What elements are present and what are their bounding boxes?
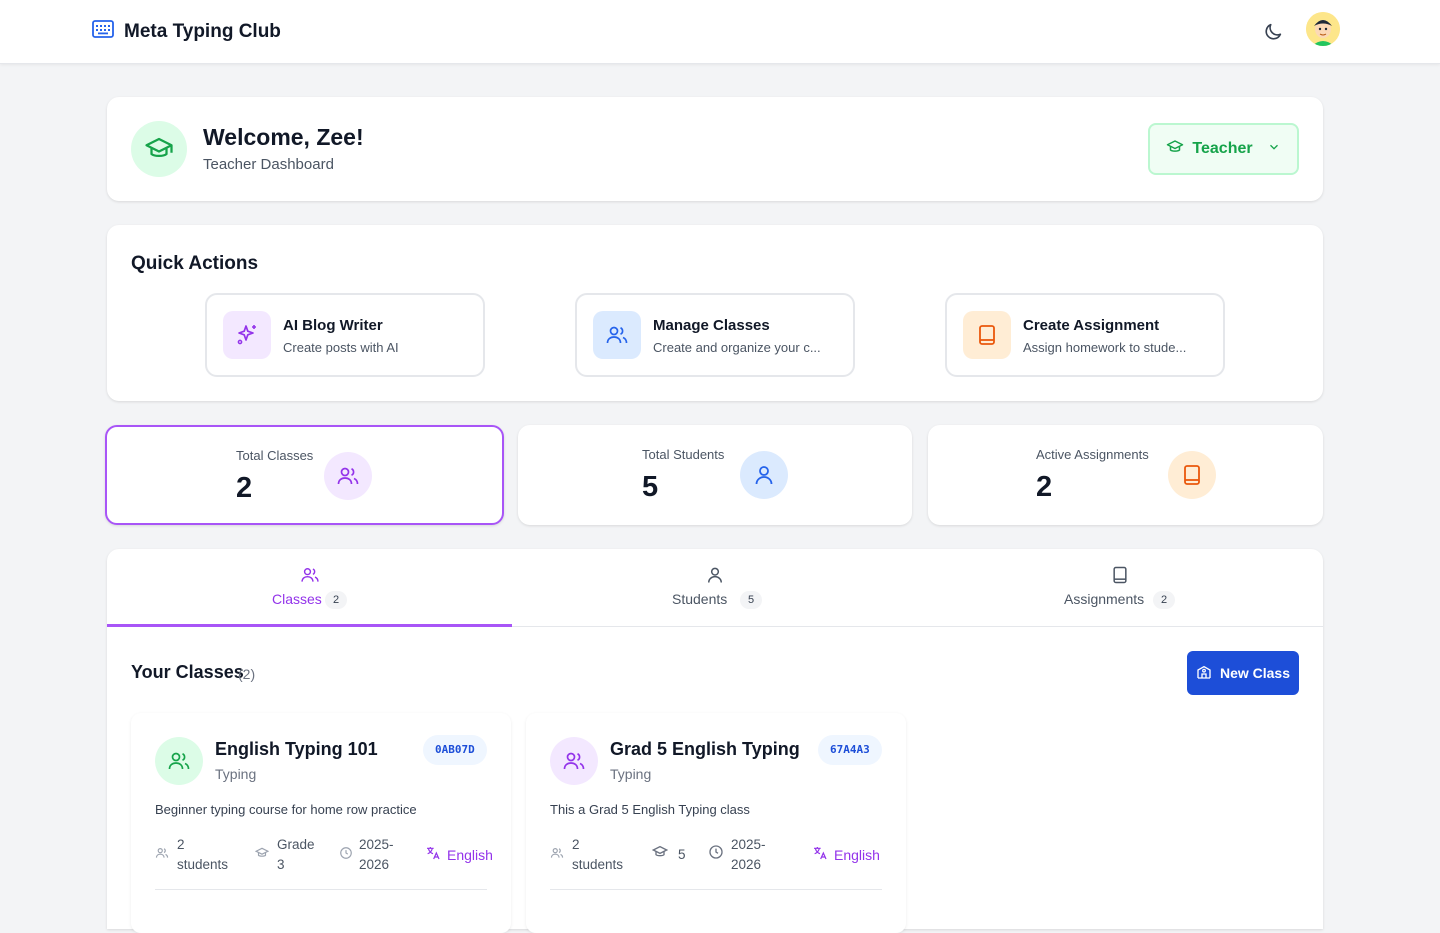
- class-name: English Typing 101: [215, 739, 378, 759]
- chevron-down-icon: [1267, 140, 1281, 159]
- graduation-cap-icon: [651, 844, 669, 865]
- stat-label: Total Students: [642, 447, 725, 462]
- your-classes-count: (2): [238, 666, 256, 682]
- role-selector-button[interactable]: Teacher: [1148, 123, 1299, 175]
- users-icon: [155, 737, 203, 785]
- quick-actions-title: Quick Actions: [131, 253, 259, 274]
- quick-action-desc: Assign homework to stude...: [1023, 340, 1187, 355]
- moon-icon[interactable]: [1262, 21, 1284, 43]
- class-year: 2025- 2026: [731, 837, 766, 872]
- clock-icon: [708, 844, 724, 865]
- welcome-card: Welcome, Zee! Teacher Dashboard Teacher: [107, 97, 1323, 201]
- stat-value: 2: [1036, 471, 1053, 503]
- new-class-button[interactable]: New Class: [1187, 651, 1299, 695]
- sparkles-icon: [223, 311, 271, 359]
- quick-action-manage-classes[interactable]: Manage Classes Create and organize your …: [575, 293, 855, 377]
- your-classes-title: Your Classes: [131, 662, 244, 682]
- book-icon: [963, 311, 1011, 359]
- tab-label: Assignments: [1064, 591, 1145, 607]
- graduation-cap-icon: [254, 846, 270, 865]
- class-grade: 5: [678, 847, 686, 862]
- welcome-title: Welcome, Zee!: [203, 124, 364, 150]
- stat-total-students[interactable]: Total Students 5: [518, 425, 912, 525]
- stat-total-classes[interactable]: Total Classes 2: [105, 425, 504, 525]
- book-icon: [1168, 451, 1216, 499]
- tab-assignments[interactable]: Assignments 2: [917, 549, 1322, 627]
- users-icon: [593, 311, 641, 359]
- users-icon: [155, 846, 169, 865]
- tab-label: Classes: [272, 591, 322, 607]
- active-tab-indicator: [107, 624, 512, 627]
- quick-action-ai-blog-writer[interactable]: AI Blog Writer Create posts with AI: [205, 293, 485, 377]
- book-icon: [1110, 565, 1130, 590]
- class-code-badge[interactable]: 67A4A3: [818, 735, 882, 765]
- quick-action-label: Manage Classes: [653, 317, 770, 334]
- class-card[interactable]: Grad 5 English Typing Typing 67A4A3 This…: [526, 713, 906, 933]
- quick-action-desc: Create posts with AI: [283, 340, 399, 355]
- quick-action-desc: Create and organize your c...: [653, 340, 821, 355]
- quick-action-label: AI Blog Writer: [283, 317, 383, 334]
- class-year: 2025- 2026: [359, 837, 394, 872]
- role-label: Teacher: [1192, 140, 1253, 157]
- tab-count: 2: [325, 591, 347, 609]
- new-class-label: New Class: [1219, 665, 1291, 681]
- quick-actions-card: Quick Actions AI Blog Writer Create post…: [107, 225, 1323, 401]
- graduation-cap-icon: [131, 121, 187, 177]
- tab-label: Students: [672, 591, 728, 607]
- tab-students[interactable]: Students 5: [512, 549, 917, 627]
- tab-bar: Classes 2 Students 5 Assignments 2: [107, 549, 1323, 627]
- users-icon: [324, 452, 372, 500]
- class-card[interactable]: English Typing 101 Typing 0AB07D Beginne…: [131, 713, 511, 933]
- clock-icon: [339, 846, 353, 865]
- quick-action-create-assignment[interactable]: Create Assignment Assign homework to stu…: [945, 293, 1225, 377]
- divider: [550, 889, 882, 890]
- stat-label: Total Classes: [236, 448, 314, 463]
- class-category: Typing: [215, 766, 257, 782]
- translate-icon: [812, 845, 828, 864]
- class-grade: Grade 3: [277, 837, 315, 872]
- brand[interactable]: Meta Typing Club: [92, 20, 281, 43]
- class-students: 2 students: [572, 837, 624, 872]
- user-icon: [740, 451, 788, 499]
- class-name: Grad 5 English Typing: [610, 739, 800, 759]
- class-code-badge[interactable]: 0AB07D: [423, 735, 487, 765]
- welcome-subtitle: Teacher Dashboard: [203, 156, 334, 173]
- class-language: English: [425, 845, 493, 864]
- users-icon: [300, 565, 320, 590]
- quick-action-label: Create Assignment: [1023, 317, 1160, 334]
- class-description: This a Grad 5 English Typing class: [550, 802, 750, 817]
- tab-classes[interactable]: Classes 2: [107, 549, 512, 627]
- stat-active-assignments[interactable]: Active Assignments 2: [928, 425, 1323, 525]
- stat-value: 5: [642, 471, 659, 503]
- class-category: Typing: [610, 766, 652, 782]
- avatar[interactable]: [1306, 12, 1340, 46]
- school-icon: [1196, 664, 1212, 683]
- keyboard-icon: [92, 20, 114, 43]
- class-description: Beginner typing course for home row prac…: [155, 802, 417, 817]
- translate-icon: [425, 845, 441, 864]
- main-panel: Classes 2 Students 5 Assignments 2 Your …: [107, 549, 1323, 933]
- brand-name: Meta Typing Club: [124, 20, 281, 42]
- divider: [155, 889, 487, 890]
- class-language: English: [812, 845, 880, 864]
- top-navbar: Meta Typing Club: [0, 0, 1440, 64]
- graduation-cap-icon: [1166, 138, 1184, 161]
- users-icon: [550, 737, 598, 785]
- class-students: 2 students: [177, 837, 229, 872]
- tab-count: 2: [1153, 591, 1175, 609]
- tab-count: 5: [740, 591, 762, 609]
- user-icon: [705, 565, 725, 590]
- stat-value: 2: [236, 472, 253, 504]
- stat-label: Active Assignments: [1036, 447, 1149, 462]
- users-icon: [550, 846, 564, 865]
